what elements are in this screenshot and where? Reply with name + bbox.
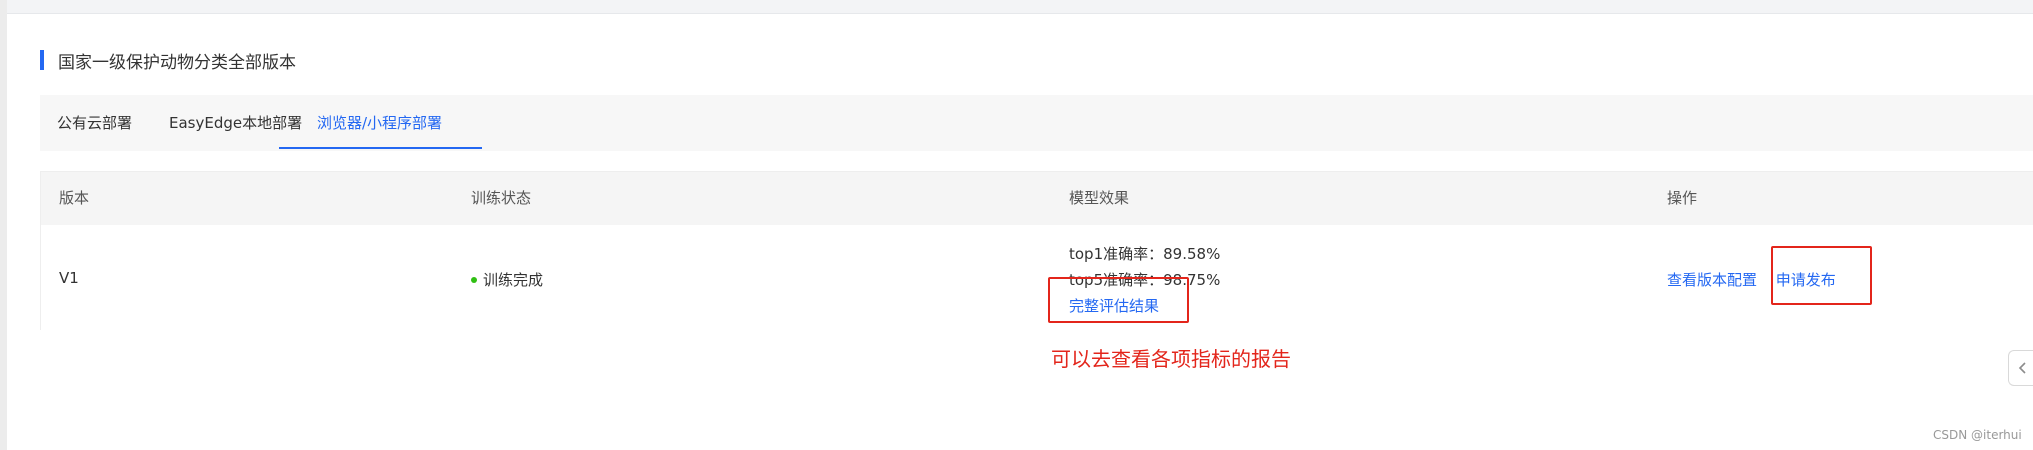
header-actions: 操作 — [1667, 189, 1698, 207]
left-sidebar-edge — [0, 0, 7, 450]
chevron-left-icon — [2018, 362, 2026, 374]
table-header: 版本 训练状态 模型效果 操作 — [41, 172, 2033, 225]
active-tab-indicator — [279, 147, 482, 149]
publish-highlight-box — [1771, 246, 1872, 305]
header-model-effect: 模型效果 — [1069, 189, 1130, 207]
status-cell: 训练完成 — [471, 269, 543, 290]
deployment-tabs: 公有云部署 EasyEdge本地部署 浏览器/小程序部署 — [40, 95, 2033, 151]
tab-browser-miniprogram[interactable]: 浏览器/小程序部署 — [317, 95, 442, 151]
status-text: 训练完成 — [483, 271, 544, 289]
tab-easyedge-local[interactable]: EasyEdge本地部署 — [169, 95, 302, 151]
table-row: V1 训练完成 top1准确率：89.58% top5准确率：98.75% 完整… — [41, 225, 2033, 330]
eval-result-highlight-box — [1048, 277, 1189, 323]
header-training-status: 训练状态 — [471, 189, 532, 207]
collapse-panel-button[interactable] — [2008, 350, 2033, 386]
title-accent-bar — [40, 50, 44, 70]
top-header-strip — [0, 0, 2033, 14]
page: 国家一级保护动物分类全部版本 公有云部署 EasyEdge本地部署 浏览器/小程… — [0, 0, 2033, 450]
tab-public-cloud[interactable]: 公有云部署 — [57, 95, 132, 151]
version-cell: V1 — [59, 269, 79, 287]
watermark: CSDN @iterhui — [1933, 428, 2022, 442]
header-version: 版本 — [59, 189, 90, 207]
section-title: 国家一级保护动物分类全部版本 — [40, 49, 296, 73]
versions-table: 版本 训练状态 模型效果 操作 V1 训练完成 top1准确率：89.58% t… — [40, 171, 2033, 330]
status-dot-icon — [471, 276, 477, 283]
section-title-text: 国家一级保护动物分类全部版本 — [58, 52, 296, 73]
top1-accuracy: top1准确率：89.58% — [1069, 245, 1221, 263]
annotation-text: 可以去查看各项指标的报告 — [1051, 347, 1291, 371]
view-version-config-link[interactable]: 查看版本配置 — [1667, 271, 1757, 289]
